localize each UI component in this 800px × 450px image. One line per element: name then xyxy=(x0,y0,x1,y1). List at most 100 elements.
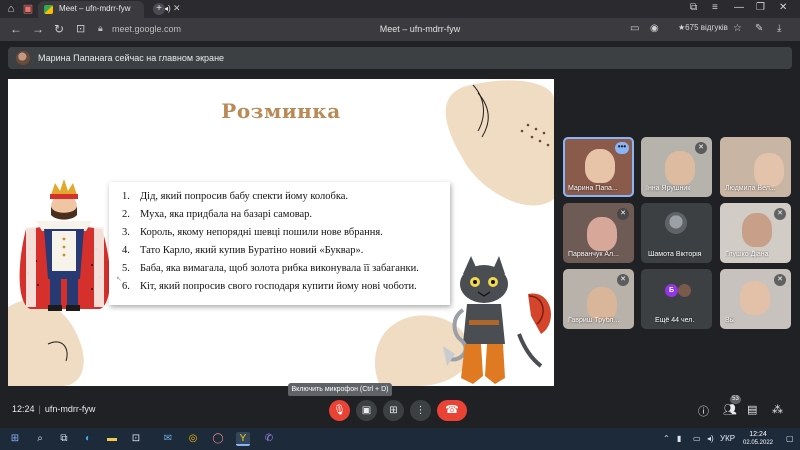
chrome-icon[interactable]: ◎ xyxy=(186,432,200,446)
screen: ⌂ ▣ Meet – ufn-mdrr-fyw ◂) ✕ + ⧉ ≡ — ❐ ✕… xyxy=(0,0,800,450)
meeting-controls-bar: 12:24 | ufn-mdrr-fyw 🎙︎ ▣ ⊞ ⋮ ☎︎ ⓘ 👥︎ ▤ ⁂ xyxy=(0,396,800,424)
mic-off-icon: ✕ xyxy=(617,274,629,286)
presentation-slide: Розминка 1. Дід, який попросив бабу спек… xyxy=(8,79,554,386)
participant-video xyxy=(587,217,617,251)
mic-tooltip: Включить микрофон (Ctrl + D) xyxy=(288,383,392,397)
new-tab-button[interactable]: + xyxy=(153,3,165,15)
participant-tile-others[interactable]: Б Ещё 44 чел. xyxy=(641,269,712,329)
leave-call-button[interactable]: ☎︎ xyxy=(437,400,467,421)
participant-tile[interactable]: ✕ Гавриш Трубл... xyxy=(563,269,634,329)
participant-tile[interactable]: ✕ Інна Ярушник xyxy=(641,137,712,197)
participant-name: Ещё 44 чел. xyxy=(655,317,695,324)
participant-avatar: Б xyxy=(665,284,678,297)
riddle-list-box: 1. Дід, який попросив бабу спекти йому ко… xyxy=(109,182,450,305)
participant-name: Парванчук Ал... xyxy=(568,251,619,258)
battery-icon[interactable]: ▭ xyxy=(693,434,701,443)
bookmark-star-icon[interactable]: ☆ xyxy=(733,23,742,34)
camera-permission-icon[interactable]: ◉ xyxy=(650,23,659,34)
bookmark-icon[interactable]: ⊡ xyxy=(76,22,85,35)
participant-tile[interactable]: ••• Марина Папа... xyxy=(563,137,634,197)
windows-start-icon[interactable]: ⊞ xyxy=(8,432,22,446)
participant-video xyxy=(742,213,772,247)
file-explorer-icon[interactable]: ▬ xyxy=(105,432,119,446)
download-icon[interactable]: ⤓ xyxy=(777,23,781,34)
mic-toggle-button[interactable]: 🎙︎ xyxy=(329,400,350,421)
list-item: 3. Король, якому непорядні шевці пошили н… xyxy=(122,227,383,238)
windows-taskbar: ⊞ ⌕ ⧉ ◐ ▬ ⊡ ✉ ◎ ◯ Y ✆ ⌃ ▮ ▭ ◂) УКР 12:24… xyxy=(0,428,800,450)
meeting-time: 12:24 xyxy=(12,404,35,414)
participant-tile[interactable]: ✕ Парванчук Ал... xyxy=(563,203,634,263)
clock-time: 12:24 xyxy=(749,431,767,438)
activities-icon[interactable]: ⁂ xyxy=(772,403,783,416)
tab-actions-icon[interactable]: ▣ xyxy=(20,1,36,17)
presenter-banner: Марина Папанага сейчас на главном экране xyxy=(8,47,792,69)
url-field[interactable]: meet.google.com xyxy=(112,24,181,34)
forward-icon[interactable]: → xyxy=(32,22,44,36)
yandex-browser-icon[interactable]: Y xyxy=(236,432,250,446)
list-item: 2. Муха, яка придбала на базарі самовар. xyxy=(122,209,313,220)
task-view-icon[interactable]: ⧉ xyxy=(57,432,71,446)
participant-video xyxy=(740,281,770,315)
participant-tile[interactable]: ✕ Глушко Діана xyxy=(720,203,791,263)
participant-video xyxy=(587,287,617,321)
tab-close-icon[interactable]: ✕ xyxy=(173,3,181,14)
reload-icon[interactable]: ↻ xyxy=(54,22,64,36)
mic-off-icon: ✕ xyxy=(695,142,707,154)
puss-in-boots-illustration xyxy=(443,256,551,384)
extensions-icon[interactable]: ✎ xyxy=(755,23,763,34)
riddle-list: 1. Дід, який попросив бабу спекти йому ко… xyxy=(109,182,450,296)
lock-icon: 🔒︎ xyxy=(98,23,103,33)
list-item: 5. Баба, яка вимагала, щоб золота рибка в… xyxy=(122,263,419,274)
meeting-code: ufn-mdrr-fyw xyxy=(44,404,96,414)
participant-name: Марина Папа... xyxy=(568,185,618,192)
home-icon[interactable]: ⌂ xyxy=(3,1,19,17)
close-window-icon[interactable]: ✕ xyxy=(779,2,787,13)
language-indicator[interactable]: УКР xyxy=(720,434,735,443)
tab-collections-icon[interactable]: ⧉ xyxy=(690,2,697,13)
search-icon[interactable]: ⌕ xyxy=(33,432,47,446)
meeting-details-icon[interactable]: ⓘ xyxy=(698,403,709,419)
more-options-icon[interactable]: ••• xyxy=(615,142,629,154)
people-icon[interactable]: 👥︎ xyxy=(723,403,737,416)
meeting-info: 12:24 | ufn-mdrr-fyw xyxy=(12,404,96,414)
more-options-button[interactable]: ⋮ xyxy=(410,400,431,421)
viber-icon[interactable]: ✆ xyxy=(262,432,276,446)
participant-tile[interactable]: Шамота Вікторія xyxy=(641,203,712,263)
reviews-badge[interactable]: ★675 відгуків xyxy=(678,23,728,32)
participant-name: Людмила Вел... xyxy=(725,185,776,192)
tab-meet[interactable]: Meet – ufn-mdrr-fyw ◂) ✕ xyxy=(38,1,181,18)
list-item: 4. Тато Карло, який купив Буратіно новий … xyxy=(122,245,364,256)
edge-icon[interactable]: ◐ xyxy=(81,432,95,446)
participant-name: Вы xyxy=(725,317,735,324)
list-item: 6. Кіт, який попросив свого господаря куп… xyxy=(122,281,417,292)
camera-toggle-button[interactable]: ▣ xyxy=(356,400,377,421)
chat-icon[interactable]: ▤ xyxy=(747,403,757,416)
maximize-icon[interactable]: ❐ xyxy=(756,2,765,13)
minimize-icon[interactable]: — xyxy=(734,2,744,13)
participant-tile[interactable]: Людмила Вел... xyxy=(720,137,791,197)
clock-date: 02.05.2022 xyxy=(742,440,774,446)
store-icon[interactable]: ⊡ xyxy=(129,432,143,446)
taskbar-clock[interactable]: 12:24 02.05.2022 xyxy=(738,431,778,447)
participant-tile-self[interactable]: ✕ Вы xyxy=(720,269,791,329)
mic-off-icon: ✕ xyxy=(617,208,629,220)
opera-icon[interactable]: ◯ xyxy=(211,432,225,446)
volume-icon[interactable]: ◂) xyxy=(707,434,714,443)
participant-avatar-photo xyxy=(678,284,691,297)
browser-tabstrip: ⌂ ▣ Meet – ufn-mdrr-fyw ◂) ✕ + ⧉ ≡ — ❐ ✕ xyxy=(0,0,800,18)
audio-playing-icon[interactable]: ◂) xyxy=(164,4,171,13)
network-icon[interactable]: ▮ xyxy=(677,434,681,443)
notifications-icon[interactable]: ▢ xyxy=(786,434,794,443)
participant-video xyxy=(665,151,695,185)
participant-video xyxy=(754,153,784,187)
mic-off-icon: ✕ xyxy=(774,274,786,286)
mic-off-icon: ✕ xyxy=(774,208,786,220)
back-icon[interactable]: ← xyxy=(10,22,22,36)
present-screen-button[interactable]: ⊞ xyxy=(383,400,404,421)
presenter-banner-text: Марина Папанага сейчас на главном экране xyxy=(38,53,225,63)
video-icon[interactable]: ▭ xyxy=(630,23,639,34)
menu-icon[interactable]: ≡ xyxy=(712,2,718,13)
tray-expand-icon[interactable]: ⌃ xyxy=(663,434,670,443)
mail-icon[interactable]: ✉ xyxy=(161,432,175,446)
participant-avatar xyxy=(665,212,687,234)
